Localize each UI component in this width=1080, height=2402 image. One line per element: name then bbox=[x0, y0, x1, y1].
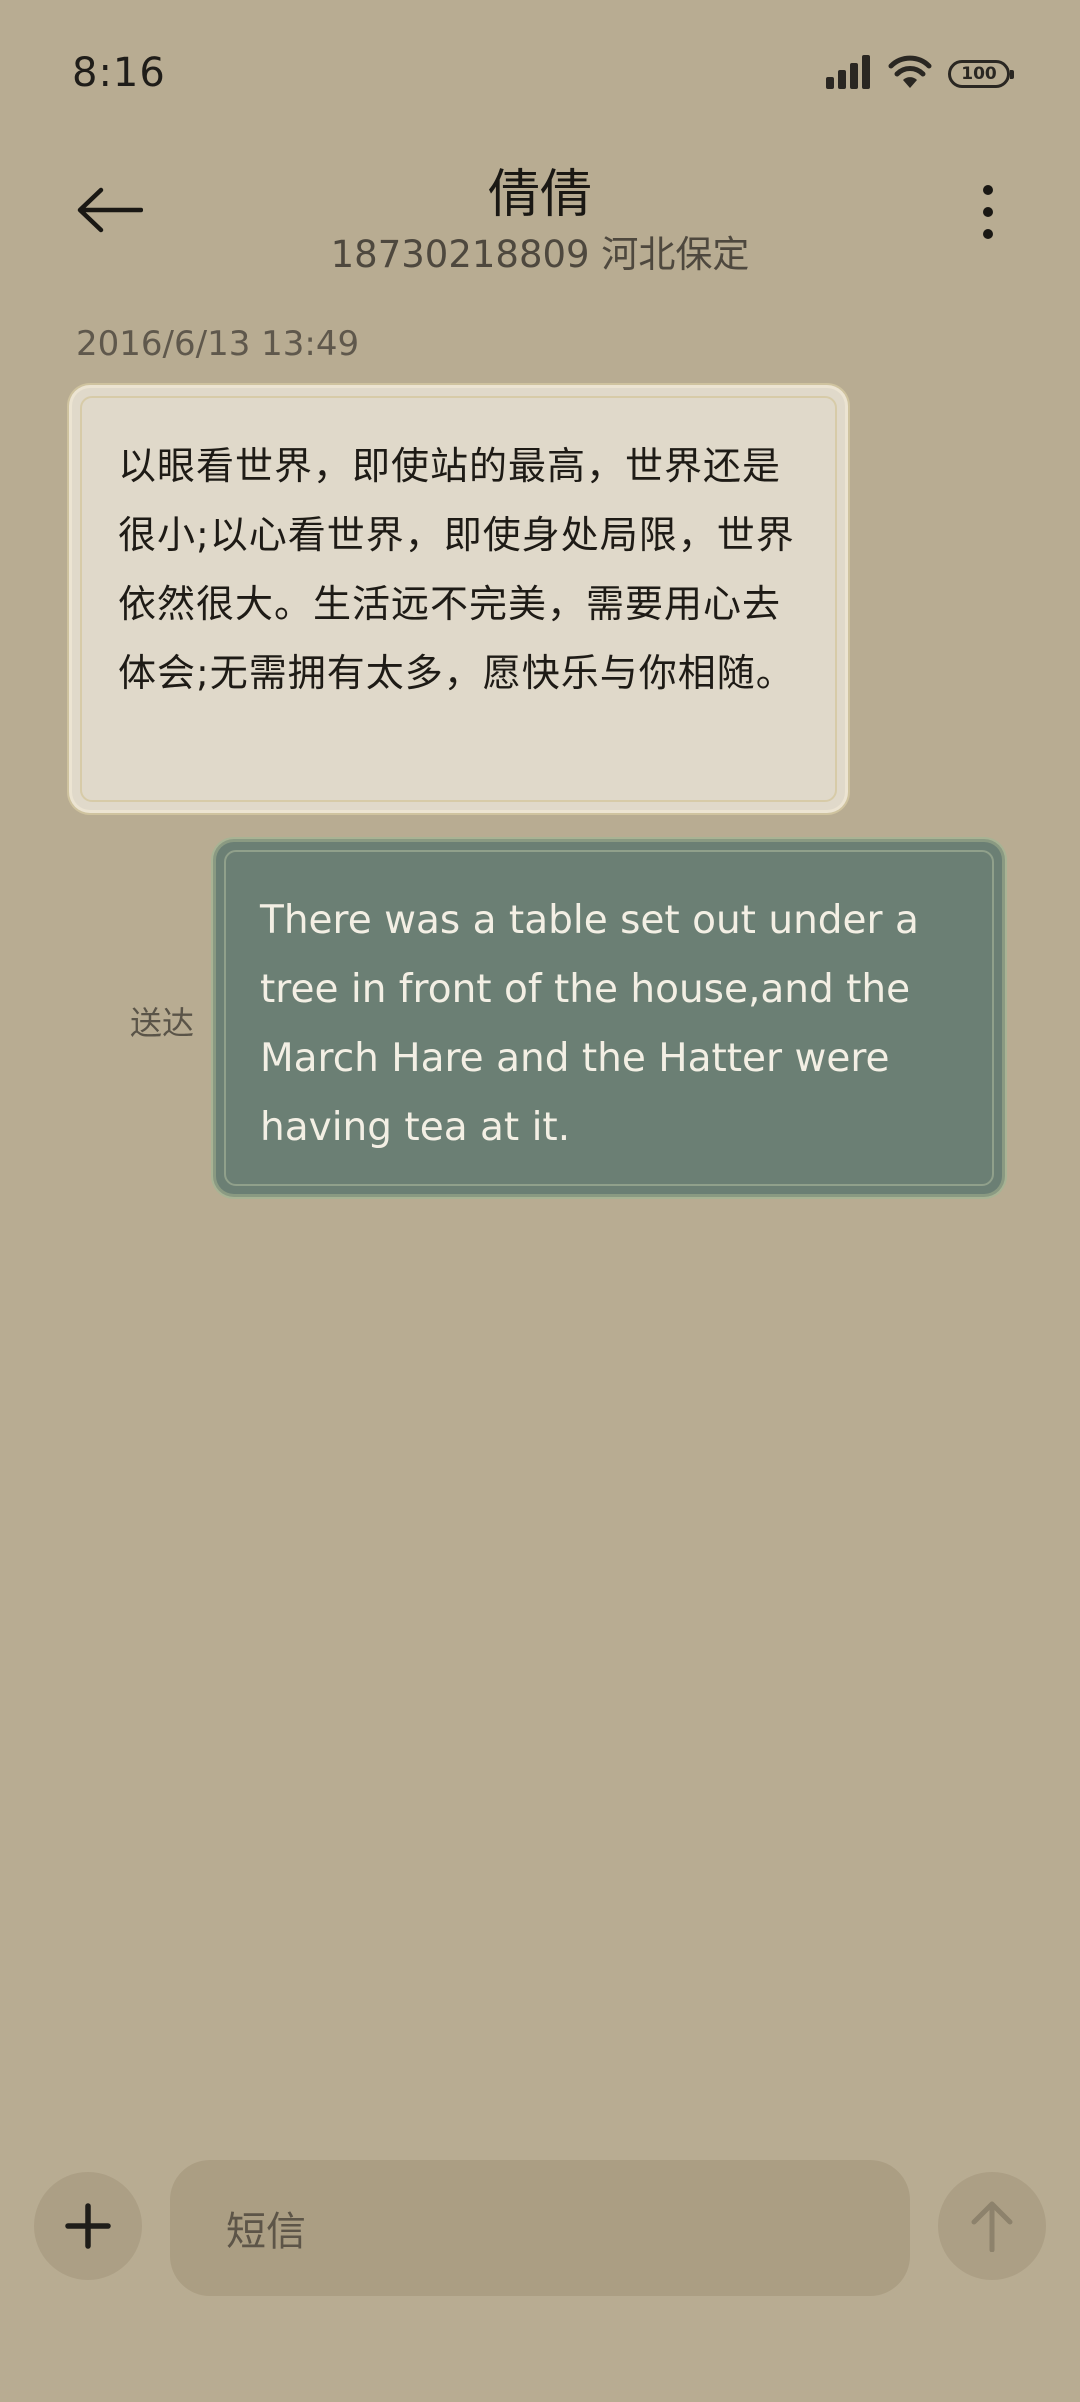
plus-icon bbox=[65, 2203, 111, 2249]
wifi-icon bbox=[888, 55, 932, 93]
message-input[interactable]: 短信 bbox=[170, 2160, 910, 2296]
more-options-button[interactable] bbox=[958, 172, 1018, 252]
contact-number-location: 18730218809 河北保定 bbox=[330, 233, 750, 276]
add-attachment-button[interactable] bbox=[34, 2172, 142, 2280]
received-message-bubble[interactable]: 以眼看世界，即使站的最高，世界还是很小;以心看世界，即使身处局限，世界依然很大。… bbox=[72, 388, 845, 810]
message-input-placeholder: 短信 bbox=[226, 2209, 306, 2255]
delivery-status: 送达 bbox=[130, 1004, 195, 1042]
sent-message-text: There was a table set out under a tree i… bbox=[260, 898, 919, 1150]
sms-conversation-screen: 8:16 100 倩倩 18730218809 河北保定 2016/6/13 1… bbox=[0, 0, 1080, 2402]
contact-name: 倩倩 bbox=[487, 165, 592, 225]
message-timestamp: 2016/6/13 13:49 bbox=[76, 324, 360, 364]
signal-icon bbox=[826, 55, 872, 93]
battery-icon: 100 bbox=[948, 60, 1014, 88]
received-message-text: 以眼看世界，即使站的最高，世界还是很小;以心看世界，即使身处局限，世界依然很大。… bbox=[118, 444, 795, 695]
send-button[interactable] bbox=[938, 2172, 1046, 2280]
sent-message-bubble[interactable]: There was a table set out under a tree i… bbox=[216, 842, 1002, 1194]
status-icons: 100 bbox=[826, 55, 1014, 93]
more-vertical-icon bbox=[983, 185, 993, 239]
arrow-up-icon bbox=[971, 2201, 1013, 2252]
status-time: 8:16 bbox=[72, 50, 166, 96]
